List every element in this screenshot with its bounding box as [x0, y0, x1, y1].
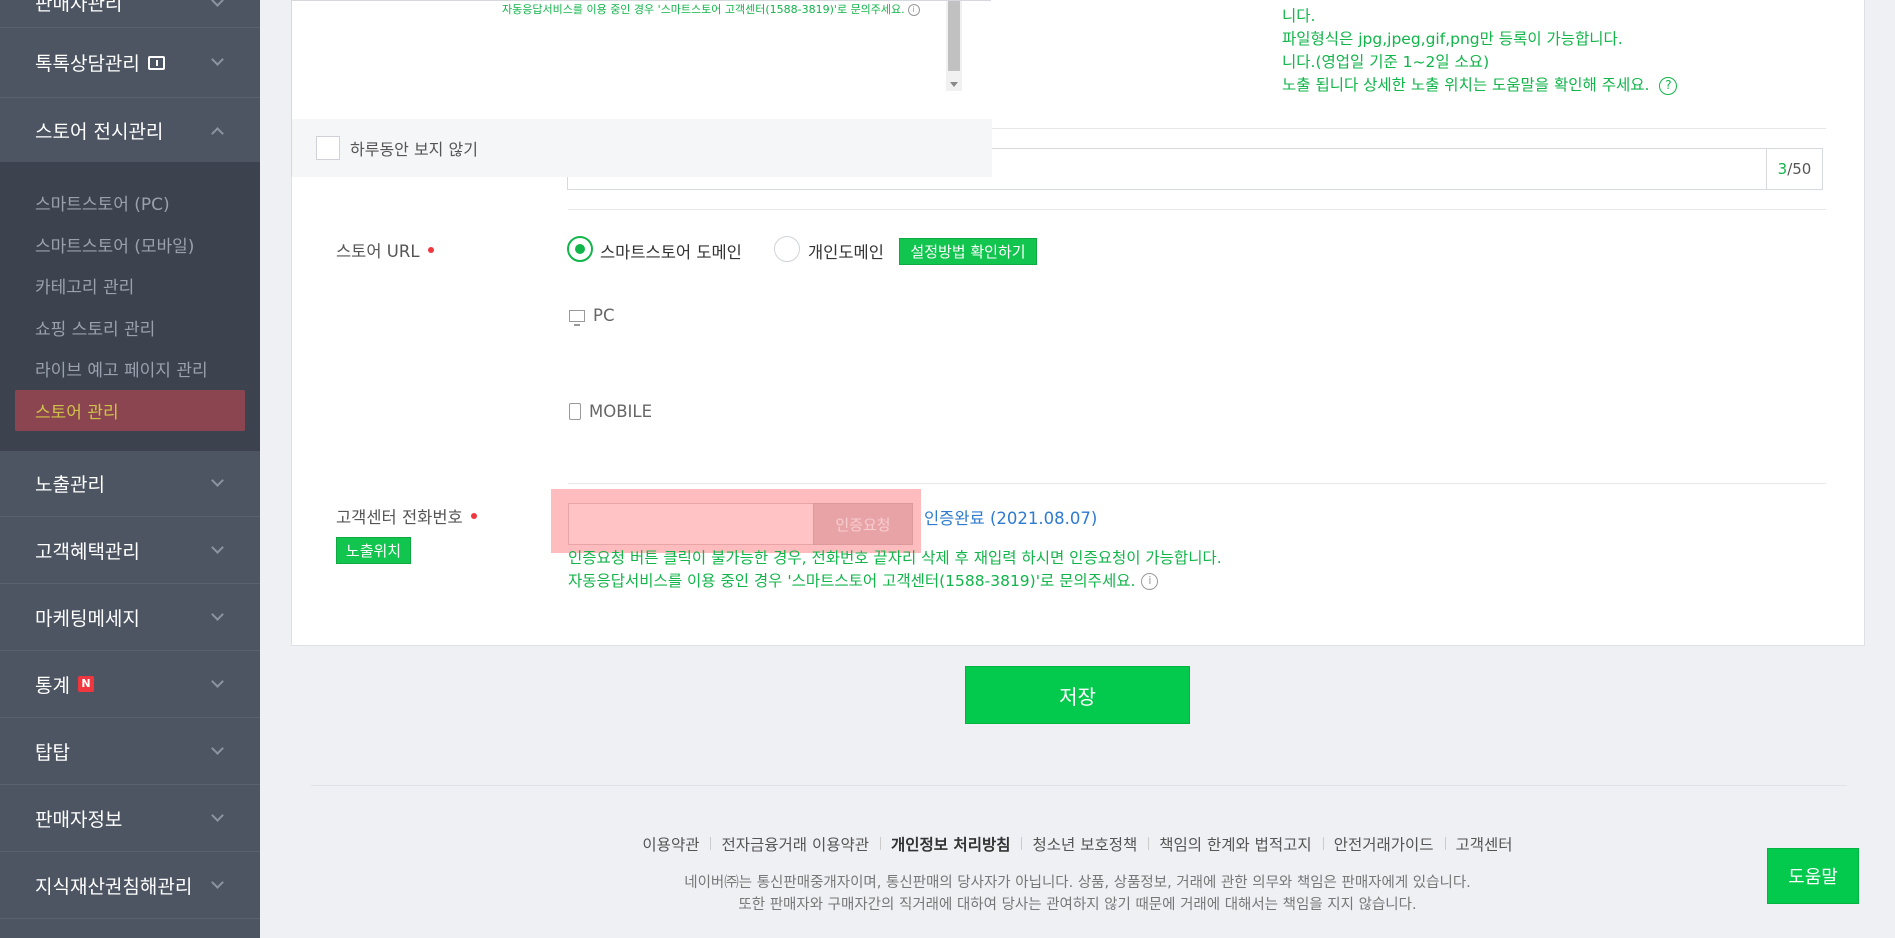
sidebar-subitem-shopping-story[interactable]: 쇼핑 스토리 관리	[0, 307, 260, 349]
footer-link-safe-trade[interactable]: 안전거래가이드	[1322, 833, 1445, 855]
sidebar-submenu: 스마트스토어 (PC) 스마트스토어 (모바일) 카테고리 관리 쇼핑 스토리 …	[0, 162, 260, 451]
chevron-down-icon	[211, 540, 224, 554]
sidebar-item-customer-benefit[interactable]: 고객혜택관리	[0, 517, 260, 584]
mobile-icon	[569, 403, 581, 420]
footer-link-efinance-terms[interactable]: 전자금융거래 이용약관	[710, 833, 880, 855]
chevron-down-icon	[211, 0, 224, 7]
popup-body: 자동응답서비스를 이용 중인 경우 '스마트스토어 고객센터(1588-3819…	[292, 1, 992, 119]
sidebar-item-label: 판매자관리	[35, 0, 123, 15]
phone-highlight: 인증요청	[551, 489, 921, 553]
dont-show-today-label[interactable]: 하루동안 보지 않기	[350, 136, 478, 160]
popup-notice-text: 자동응답서비스를 이용 중인 경우 '스마트스토어 고객센터(1588-3819…	[502, 3, 905, 16]
radio-personal-domain-label[interactable]: 개인도메인	[808, 239, 884, 263]
scroll-thumb[interactable]	[948, 1, 960, 71]
required-dot	[470, 513, 477, 519]
footer-links: 이용약관 전자금융거래 이용약관 개인정보 처리방침 청소년 보호정책 책임의 …	[0, 833, 1895, 855]
save-button[interactable]: 저장	[965, 666, 1190, 724]
customer-phone-label: 고객센터 전화번호	[336, 504, 477, 528]
sidebar-item-exposure[interactable]: 노출관리	[0, 451, 260, 517]
sidebar-item-label: 스토어 전시관리	[35, 120, 164, 143]
sidebar-item-label: 판매자정보	[35, 808, 123, 831]
dont-show-today-checkbox[interactable]	[316, 136, 340, 160]
radio-personal-domain[interactable]	[774, 236, 800, 262]
footer-disclaimer: 네이버㈜는 통신판매중개자이며, 통신판매의 당사자가 아닙니다. 상품, 상품…	[684, 875, 1471, 913]
footer-link-youth[interactable]: 청소년 보호정책	[1021, 833, 1148, 855]
sidebar: 판매자관리 톡톡상담관리 스토어 전시관리 스마트스토어 (PC) 스마트스토어…	[0, 0, 260, 938]
help-question-icon[interactable]: ?	[1659, 76, 1678, 95]
sidebar-subitem-store-manage[interactable]: 스토어 관리	[15, 389, 245, 431]
char-counter: 3/50	[1766, 149, 1822, 189]
chevron-down-icon	[211, 53, 224, 66]
info-icon[interactable]: i	[1141, 573, 1159, 590]
image-help-text: 니다. 파일형식은 jpg,jpeg,gif,png만 등록이 가능합니다. 니…	[1282, 5, 1678, 97]
phone-notes: 인증요청 버튼 클릭이 불가능한 경우, 전화번호 끝자리 삭제 후 재입력 하…	[568, 549, 1222, 590]
sidebar-item-label: 고객혜택관리	[35, 540, 140, 563]
monitor-icon	[569, 309, 585, 326]
notice-popup: 자동응답서비스를 이용 중인 경우 '스마트스토어 고객센터(1588-3819…	[291, 0, 992, 177]
chat-icon	[147, 55, 165, 70]
chevron-down-icon	[211, 674, 224, 688]
sidebar-item-talktalk[interactable]: 톡톡상담관리	[0, 28, 260, 98]
exposure-location-button[interactable]: 노출위치	[336, 537, 411, 564]
mobile-url-row: MOBILE	[569, 402, 652, 421]
scroll-down-arrow-icon[interactable]	[950, 82, 958, 87]
pc-url-row: PC	[569, 306, 614, 326]
required-dot	[427, 247, 434, 253]
popup-footer: 하루동안 보지 않기	[292, 119, 992, 177]
sidebar-item-taptap[interactable]: 탑탑	[0, 718, 260, 785]
footer-link-liability[interactable]: 책임의 한계와 법적고지	[1148, 833, 1322, 855]
divider	[568, 209, 1826, 210]
sidebar-subitem-category[interactable]: 카테고리 관리	[0, 265, 260, 307]
footer-link-terms[interactable]: 이용약관	[631, 833, 710, 855]
chevron-down-icon	[211, 607, 224, 621]
sidebar-item-seller-manage[interactable]: 판매자관리	[0, 0, 260, 28]
radio-smartstore-domain-label[interactable]: 스마트스토어 도메인	[600, 239, 742, 263]
chevron-down-icon	[211, 808, 224, 822]
new-badge: N	[77, 676, 94, 692]
chevron-down-icon	[211, 741, 224, 755]
chevron-up-icon	[211, 126, 224, 140]
sidebar-item-marketing-message[interactable]: 마케팅메세지	[0, 584, 260, 651]
verify-request-button[interactable]: 인증요청	[813, 503, 913, 545]
sidebar-item-label: 통계	[35, 674, 70, 697]
footer-link-privacy[interactable]: 개인정보 처리방침	[880, 833, 1021, 855]
sidebar-item-statistics[interactable]: 통계 N	[0, 651, 260, 718]
help-button[interactable]: 도움말	[1767, 848, 1859, 904]
sidebar-subitem-smartstore-mobile[interactable]: 스마트스토어 (모바일)	[0, 224, 260, 266]
sidebar-item-label: 톡톡상담관리	[35, 53, 140, 75]
info-icon: i	[907, 4, 920, 16]
chevron-down-icon	[211, 474, 224, 487]
divider	[568, 483, 1826, 484]
sidebar-item-label: 마케팅메세지	[35, 607, 140, 630]
radio-smartstore-domain[interactable]	[567, 236, 593, 262]
sidebar-item-label: 탑탑	[35, 741, 70, 764]
sidebar-subitem-smartstore-pc[interactable]: 스마트스토어 (PC)	[0, 182, 260, 224]
sidebar-item-label: 노출관리	[35, 474, 105, 496]
sidebar-item-store-display[interactable]: 스토어 전시관리	[0, 98, 260, 162]
verified-status: 인증완료 (2021.08.07)	[924, 509, 1098, 528]
setup-guide-button[interactable]: 설정방법 확인하기	[899, 238, 1037, 265]
phone-number-input[interactable]	[568, 503, 814, 545]
popup-scrollbar[interactable]	[946, 1, 962, 91]
sidebar-subitem-live-preview[interactable]: 라이브 예고 페이지 관리	[0, 348, 260, 390]
store-url-label: 스토어 URL	[336, 238, 434, 262]
footer-divider	[311, 785, 1847, 786]
footer-link-customer-center[interactable]: 고객센터	[1444, 833, 1524, 855]
